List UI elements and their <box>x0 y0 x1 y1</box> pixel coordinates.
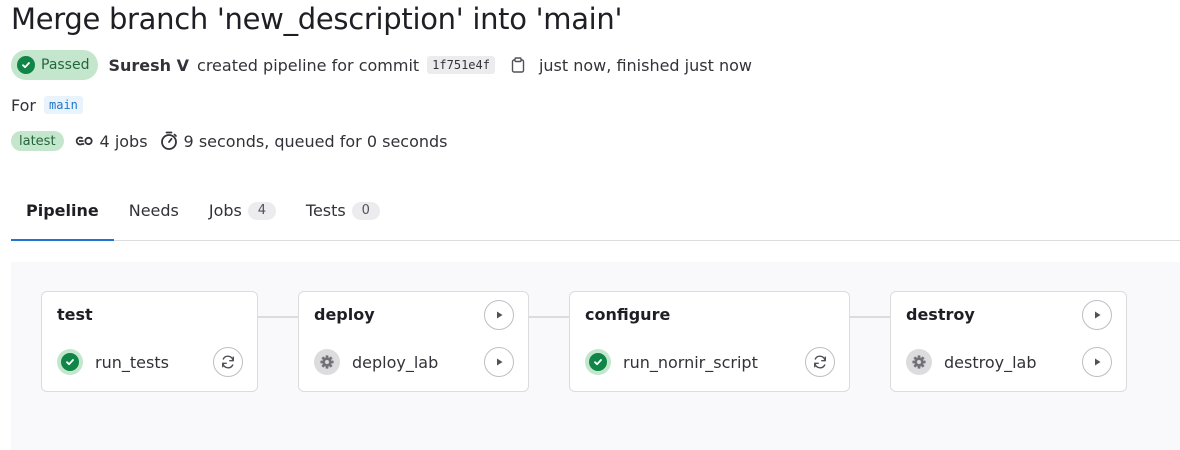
play-icon <box>497 358 503 366</box>
job-destroy-lab[interactable]: destroy_lab <box>906 346 1112 378</box>
stage-connector <box>529 316 569 318</box>
tab-label: Jobs <box>208 201 242 220</box>
tab-label: Pipeline <box>26 201 99 220</box>
tab-needs[interactable]: Needs <box>114 181 194 240</box>
pipeline-icon <box>74 134 94 148</box>
status-label: Passed <box>41 57 90 73</box>
pipeline-stats: latest 4 jobs 9 seconds, queued for 0 se… <box>11 130 448 152</box>
stage-name: configure <box>585 305 671 324</box>
job-name: run_nornir_script <box>623 352 758 372</box>
stage-test: test run_tests <box>41 291 258 392</box>
stage-configure: configure run_nornir_script <box>569 291 850 392</box>
check-circle-icon <box>17 56 35 74</box>
play-stage-button[interactable] <box>1082 300 1112 330</box>
tab-pipeline[interactable]: Pipeline <box>11 181 114 241</box>
branch-row: For main <box>11 94 83 116</box>
duration-text: 9 seconds, queued for 0 seconds <box>183 131 448 151</box>
action-text: created pipeline for commit <box>197 55 420 75</box>
play-icon <box>1095 311 1101 319</box>
job-deploy-lab[interactable]: deploy_lab <box>314 346 514 378</box>
job-name: run_tests <box>95 352 169 372</box>
job-run-nornir-script[interactable]: run_nornir_script <box>585 346 835 378</box>
stage-deploy: deploy deploy_lab <box>298 291 529 392</box>
status-badge[interactable]: Passed <box>11 50 99 80</box>
pipeline-meta: Passed Suresh V created pipeline for com… <box>11 50 752 80</box>
branch-link[interactable]: main <box>44 96 83 114</box>
pipeline-tabs: Pipeline Needs Jobs 4 Tests 0 <box>11 181 1180 241</box>
play-stage-button[interactable] <box>484 300 514 330</box>
stage-name: test <box>57 305 93 324</box>
retry-button[interactable] <box>213 347 243 377</box>
pipeline-title: Merge branch 'new_description' into 'mai… <box>11 2 623 36</box>
stage-name: destroy <box>906 305 975 324</box>
author-name[interactable]: Suresh V <box>108 56 189 75</box>
copy-icon[interactable] <box>509 56 527 74</box>
gear-icon <box>314 349 340 375</box>
jobs-count-text: 4 jobs <box>99 131 148 151</box>
stage-destroy: destroy destroy_lab <box>890 291 1127 392</box>
jobs-count-badge: 4 <box>247 201 276 220</box>
tab-label: Needs <box>128 201 179 220</box>
job-name: deploy_lab <box>352 352 439 372</box>
play-icon <box>497 311 503 319</box>
for-label: For <box>11 95 36 115</box>
success-status-icon <box>57 349 83 375</box>
job-name: destroy_lab <box>944 352 1037 372</box>
tests-count-badge: 0 <box>351 201 380 220</box>
tab-label: Tests <box>305 201 346 220</box>
tab-tests[interactable]: Tests 0 <box>291 181 395 240</box>
tab-jobs[interactable]: Jobs 4 <box>194 181 291 240</box>
stage-name: deploy <box>314 305 375 324</box>
stage-connector <box>850 316 890 318</box>
stage-connector <box>258 316 298 318</box>
success-status-icon <box>585 349 611 375</box>
retry-icon <box>222 355 234 369</box>
pipeline-graph: test run_tests deploy deploy_lab configu… <box>11 262 1180 450</box>
play-job-button[interactable] <box>1082 347 1112 377</box>
commit-sha[interactable]: 1f751e4f <box>427 56 495 74</box>
play-job-button[interactable] <box>484 347 514 377</box>
time-text: just now, finished just now <box>538 55 752 75</box>
play-icon <box>1095 358 1101 366</box>
job-run-tests[interactable]: run_tests <box>57 346 243 378</box>
gear-icon <box>906 349 932 375</box>
retry-icon <box>814 355 826 369</box>
latest-badge: latest <box>11 131 64 151</box>
timer-icon <box>160 131 178 151</box>
retry-button[interactable] <box>805 347 835 377</box>
